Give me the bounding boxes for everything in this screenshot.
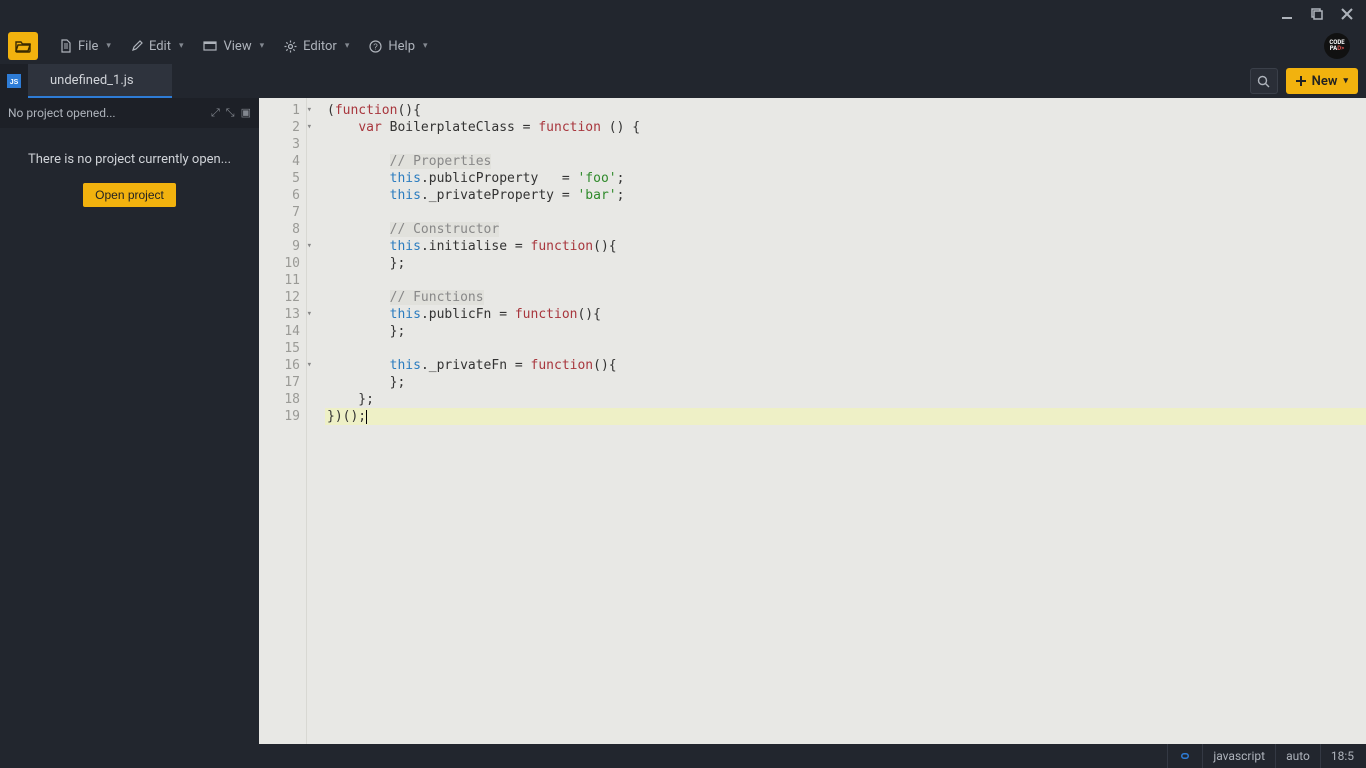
status-link[interactable]: [1167, 744, 1202, 768]
edit-icon: [131, 40, 143, 52]
project-sidebar: No project opened... ⤢ ⤡ ▣ There is no p…: [0, 98, 259, 744]
menu-view-label: View: [223, 39, 251, 54]
maximize-icon[interactable]: [1310, 7, 1324, 21]
gear-icon: [284, 40, 297, 53]
menu-editor[interactable]: Editor ▾: [276, 35, 357, 58]
app-logo: CODEPAD>: [1324, 33, 1350, 59]
editor-content[interactable]: (function(){ var BoilerplateClass = func…: [321, 98, 1366, 744]
window-titlebar: [0, 0, 1366, 28]
chevron-down-icon: ▾: [106, 41, 111, 51]
panel-close-icon[interactable]: ▣: [241, 106, 251, 120]
expand-icon[interactable]: ⤢: [211, 106, 220, 120]
menu-help[interactable]: ? Help ▾: [361, 35, 435, 58]
menubar: File ▾ Edit ▾ View ▾ Editor ▾ ? Help ▾ C…: [0, 28, 1366, 64]
new-button-label: New: [1312, 74, 1338, 89]
search-button[interactable]: [1250, 68, 1278, 94]
chevron-down-icon: ▾: [260, 41, 265, 51]
svg-text:JS: JS: [10, 79, 19, 86]
open-project-button[interactable]: Open project: [83, 183, 176, 207]
new-button[interactable]: New ▾: [1286, 68, 1358, 94]
tabbar: JS undefined_1.js New ▾: [0, 64, 1366, 98]
search-icon: [1257, 75, 1270, 88]
menu-view[interactable]: View ▾: [195, 35, 272, 58]
menu-help-label: Help: [388, 39, 415, 54]
status-encoding[interactable]: auto: [1275, 744, 1320, 768]
chevron-down-icon: ▾: [345, 41, 350, 51]
chevron-down-icon: ▾: [1343, 76, 1348, 86]
help-icon: ?: [369, 40, 382, 53]
open-folder-button[interactable]: [8, 32, 38, 60]
tab-file[interactable]: undefined_1.js: [28, 64, 172, 98]
editor-gutter: 12345678910111213141516171819: [259, 98, 307, 744]
sidebar-title: No project opened...: [8, 106, 116, 120]
svg-text:?: ?: [374, 42, 379, 51]
menu-editor-label: Editor: [303, 39, 337, 54]
sidebar-message: There is no project currently open...: [28, 152, 231, 167]
sidebar-header: No project opened... ⤢ ⤡ ▣: [0, 98, 259, 128]
link-icon: [1178, 750, 1192, 762]
workspace: No project opened... ⤢ ⤡ ▣ There is no p…: [0, 98, 1366, 744]
tab-label: undefined_1.js: [50, 73, 134, 88]
view-icon: [203, 40, 217, 52]
minimize-icon[interactable]: [1280, 7, 1294, 21]
plus-icon: [1296, 76, 1306, 86]
js-file-icon: JS: [0, 64, 28, 98]
close-icon[interactable]: [1340, 7, 1354, 21]
chevron-down-icon: ▾: [423, 41, 428, 51]
file-icon: [60, 39, 72, 53]
menu-file[interactable]: File ▾: [52, 35, 119, 58]
collapse-icon[interactable]: ⤡: [226, 106, 235, 120]
statusbar: javascript auto 18:5: [0, 744, 1366, 768]
status-cursor-position: 18:5: [1320, 744, 1364, 768]
chevron-down-icon: ▾: [179, 41, 184, 51]
menu-edit-label: Edit: [149, 39, 171, 54]
code-editor[interactable]: 12345678910111213141516171819 (function(…: [259, 98, 1366, 744]
menu-edit[interactable]: Edit ▾: [123, 35, 192, 58]
menu-file-label: File: [78, 39, 98, 54]
status-language[interactable]: javascript: [1202, 744, 1275, 768]
